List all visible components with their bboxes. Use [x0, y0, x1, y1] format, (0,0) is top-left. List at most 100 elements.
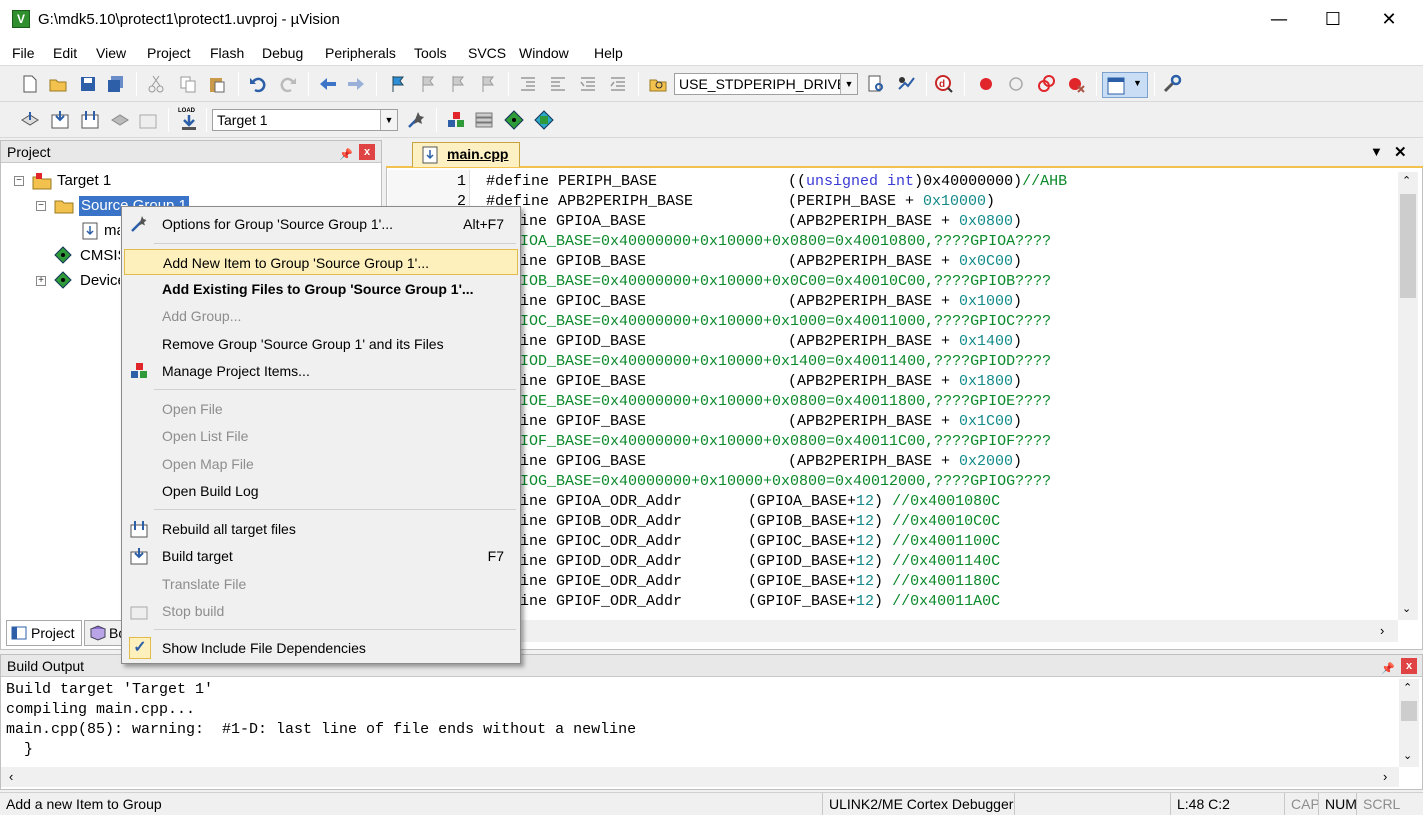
- tree-item-main-cpp[interactable]: main.cpp: [104, 221, 120, 241]
- find-in-files-icon[interactable]: [648, 74, 668, 94]
- scroll-left-icon[interactable]: ‹: [9, 769, 13, 784]
- menu-help[interactable]: Help: [594, 45, 623, 61]
- chevron-down-icon[interactable]: ▼: [380, 110, 397, 130]
- define-combo[interactable]: USE_STDPERIPH_DRIVER ▼: [674, 73, 858, 95]
- indent-icon[interactable]: [518, 74, 538, 94]
- menu-item-options-for-group[interactable]: Options for Group 'Source Group 1'... Al…: [124, 211, 518, 237]
- build-output-text[interactable]: Build target 'Target 1' compiling main.c…: [6, 680, 1396, 766]
- menu-item-build-target[interactable]: Build target F7: [124, 543, 518, 569]
- menu-file[interactable]: File: [12, 45, 35, 61]
- menu-item-open-file[interactable]: Open File: [124, 396, 518, 422]
- window-layout-button[interactable]: ▼: [1102, 72, 1148, 98]
- tab-list-dropdown-icon[interactable]: ▼: [1370, 144, 1383, 159]
- menu-item-remove-group[interactable]: Remove Group 'Source Group 1' and its Fi…: [124, 331, 518, 357]
- collapse-target-toggle[interactable]: −: [14, 176, 24, 186]
- disable-all-breakpoints-icon[interactable]: [1036, 74, 1056, 94]
- menu-flash[interactable]: Flash: [210, 45, 244, 61]
- chevron-down-icon[interactable]: ▼: [840, 74, 857, 94]
- start-debug-icon[interactable]: d: [934, 74, 954, 94]
- manage-rte-icon[interactable]: [504, 110, 524, 130]
- menu-debug[interactable]: Debug: [262, 45, 303, 61]
- bookmark-icon[interactable]: [388, 74, 408, 94]
- menu-peripherals[interactable]: Peripherals: [325, 45, 396, 61]
- editor-horizontal-scrollbar[interactable]: ›: [520, 620, 1398, 642]
- tree-item-device[interactable]: Device: [80, 271, 120, 291]
- close-editor-icon[interactable]: ✕: [1394, 143, 1407, 161]
- menu-item-open-map-file[interactable]: Open Map File: [124, 451, 518, 477]
- save-all-icon[interactable]: [106, 74, 126, 94]
- copy-icon[interactable]: [178, 74, 198, 94]
- paste-icon[interactable]: [207, 74, 227, 94]
- editor-vertical-scrollbar[interactable]: ⌃ ⌄: [1398, 172, 1418, 620]
- load-button[interactable]: LOAD: [178, 108, 200, 132]
- menu-item-open-list-file[interactable]: Open List File: [124, 423, 518, 449]
- tab-project[interactable]: Project: [6, 620, 82, 646]
- disable-breakpoint-icon[interactable]: [1006, 74, 1026, 94]
- maximize-button[interactable]: ☐: [1306, 0, 1360, 40]
- collapse-group-toggle[interactable]: −: [36, 201, 46, 211]
- build-output-horizontal-scrollbar[interactable]: ‹ ›: [1, 767, 1399, 787]
- code-text-area[interactable]: #define PERIPH_BASE ((unsigned int)0x4000…: [470, 172, 1398, 620]
- comment-icon[interactable]: [578, 74, 598, 94]
- clear-bookmarks-icon[interactable]: [478, 74, 498, 94]
- menu-tools[interactable]: Tools: [414, 45, 447, 61]
- menu-item-add-new-item[interactable]: Add New Item to Group 'Source Group 1'..…: [124, 249, 518, 275]
- scroll-up-icon[interactable]: ⌃: [1402, 174, 1411, 187]
- manage-project-items-icon[interactable]: [446, 110, 466, 130]
- scroll-right-icon[interactable]: ›: [1380, 623, 1384, 638]
- scroll-up-icon[interactable]: ⌃: [1403, 681, 1412, 694]
- save-icon[interactable]: [78, 74, 98, 94]
- find-icon[interactable]: [866, 74, 886, 94]
- undo-icon[interactable]: [248, 74, 268, 94]
- menu-edit[interactable]: Edit: [53, 45, 77, 61]
- prev-bookmark-icon[interactable]: [418, 74, 438, 94]
- tree-item-cmsis[interactable]: CMSIS: [80, 246, 120, 266]
- close-window-button[interactable]: ✕: [1362, 0, 1416, 40]
- menu-item-translate-file[interactable]: Translate File: [124, 571, 518, 597]
- batch-build-icon[interactable]: [110, 110, 130, 130]
- close-icon[interactable]: x: [1401, 658, 1417, 674]
- close-icon[interactable]: x: [359, 144, 375, 160]
- target-options-icon[interactable]: [406, 110, 426, 130]
- uncomment-icon[interactable]: [608, 74, 628, 94]
- new-file-icon[interactable]: [20, 74, 40, 94]
- menu-item-open-build-log[interactable]: Open Build Log: [124, 478, 518, 504]
- menu-view[interactable]: View: [96, 45, 126, 61]
- unindent-icon[interactable]: [548, 74, 568, 94]
- rebuild-icon[interactable]: [80, 110, 100, 130]
- tab-main-cpp[interactable]: main.cpp: [412, 142, 520, 167]
- minimize-button[interactable]: —: [1252, 0, 1306, 40]
- pin-icon[interactable]: 📌: [339, 144, 353, 166]
- navigate-forward-icon[interactable]: [346, 74, 366, 94]
- kill-all-breakpoints-icon[interactable]: [1066, 74, 1086, 94]
- cut-icon[interactable]: [146, 74, 166, 94]
- configure-icon[interactable]: [1162, 74, 1182, 94]
- target-combo[interactable]: Target 1 ▼: [212, 109, 398, 131]
- breakpoint-icon[interactable]: [976, 74, 996, 94]
- menu-item-show-include-dependencies[interactable]: ✓ Show Include File Dependencies: [124, 635, 518, 661]
- scroll-down-icon[interactable]: ⌄: [1403, 749, 1412, 762]
- menu-item-rebuild[interactable]: Rebuild all target files: [124, 516, 518, 542]
- build-icon[interactable]: [50, 110, 70, 130]
- scroll-down-icon[interactable]: ⌄: [1402, 602, 1411, 615]
- navigate-back-icon[interactable]: [318, 74, 338, 94]
- incremental-find-icon[interactable]: [896, 74, 916, 94]
- scroll-right-icon[interactable]: ›: [1383, 769, 1387, 784]
- menu-item-add-existing-files[interactable]: Add Existing Files to Group 'Source Grou…: [124, 276, 518, 302]
- menu-item-manage-project-items[interactable]: Manage Project Items...: [124, 358, 518, 384]
- tab-books[interactable]: Books: [84, 620, 122, 646]
- select-packs-icon[interactable]: [474, 110, 494, 130]
- menu-window[interactable]: Window: [519, 45, 569, 61]
- pin-icon[interactable]: 📌: [1381, 658, 1395, 680]
- next-bookmark-icon[interactable]: [448, 74, 468, 94]
- tree-item-target[interactable]: Target 1: [57, 171, 111, 191]
- pack-installer-icon[interactable]: [534, 110, 554, 130]
- scroll-thumb[interactable]: [1401, 701, 1417, 721]
- redo-icon[interactable]: [278, 74, 298, 94]
- menu-item-add-group[interactable]: Add Group...: [124, 303, 518, 329]
- menu-svcs[interactable]: SVCS: [468, 45, 506, 61]
- scroll-thumb[interactable]: [1400, 194, 1416, 298]
- open-folder-icon[interactable]: [48, 74, 68, 94]
- build-output-vertical-scrollbar[interactable]: ⌃ ⌄: [1399, 679, 1419, 767]
- stop-build-icon[interactable]: [138, 110, 158, 130]
